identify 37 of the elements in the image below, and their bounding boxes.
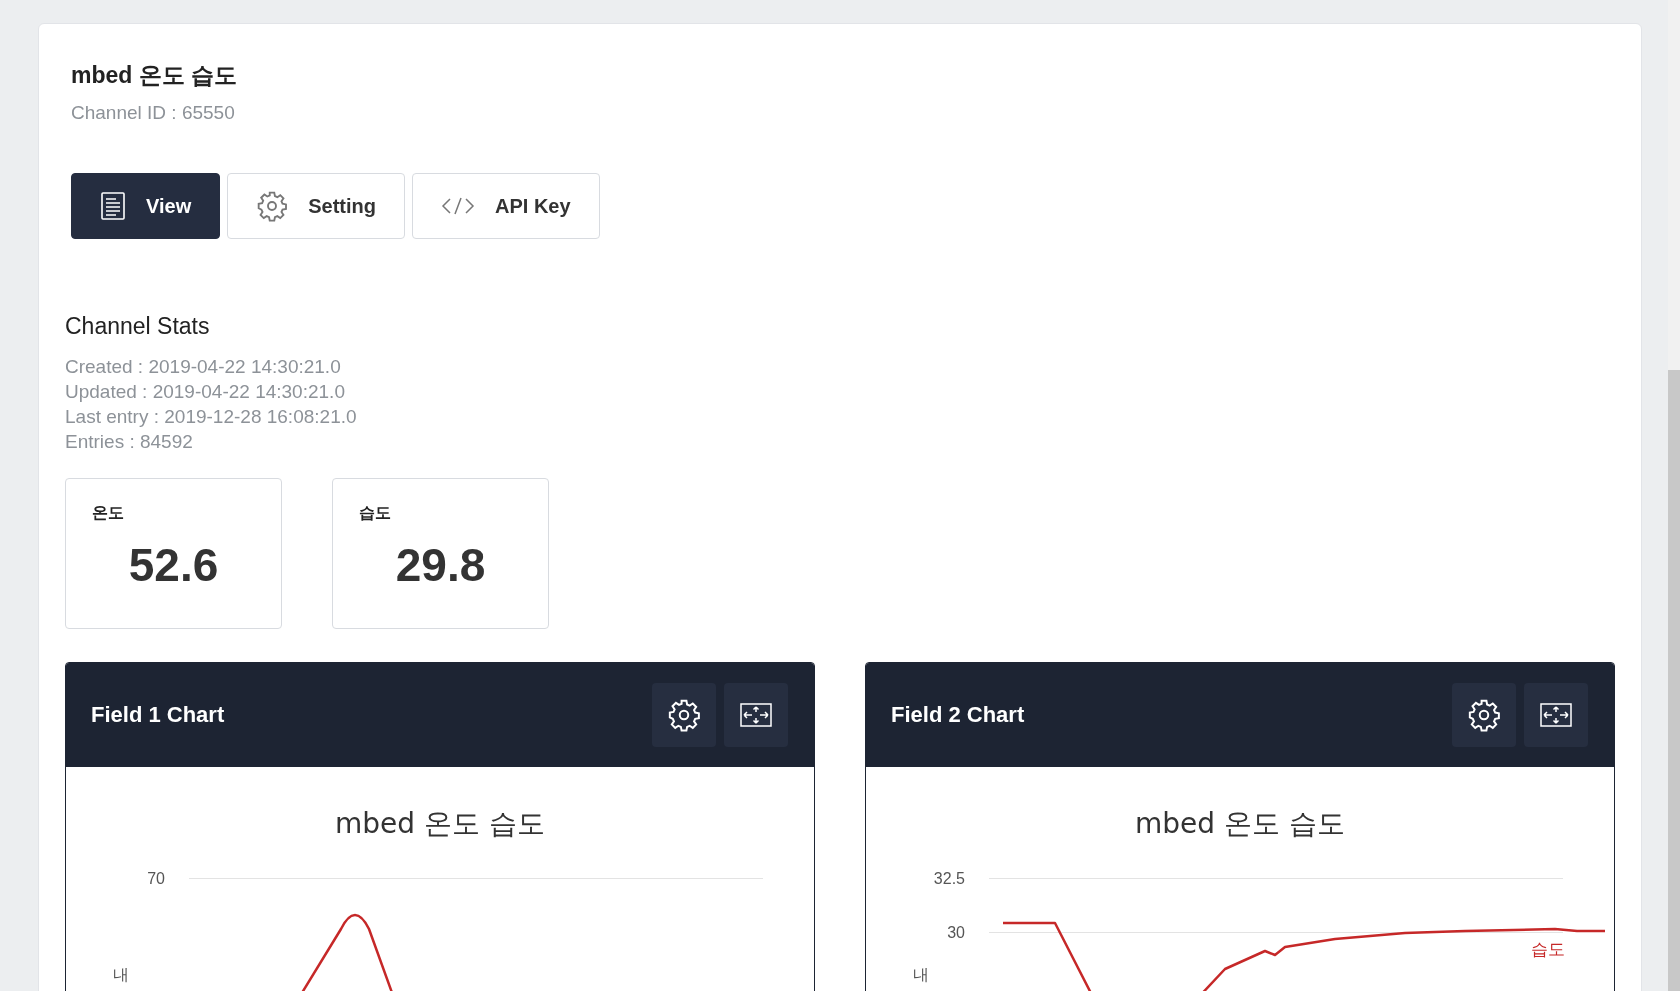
y-tick-label: 30: [946, 922, 966, 943]
settings-icon: [256, 190, 289, 222]
expand-icon: [740, 702, 772, 727]
chart-header-title: Field 1 Chart: [91, 701, 225, 729]
scrollbar[interactable]: [1668, 0, 1680, 991]
expand-button[interactable]: [724, 682, 788, 747]
stat-line: Last entry : 2019-12-28 16:08:21.0: [65, 404, 358, 429]
channel-id: Channel ID : 65550: [71, 100, 236, 125]
tab[interactable]: API Key: [412, 173, 600, 239]
chart-settings-button[interactable]: [1452, 682, 1516, 747]
chart-header-title: Field 2 Chart: [891, 701, 1025, 729]
document-icon: [100, 191, 126, 221]
scrollbar-thumb[interactable]: [1668, 370, 1680, 991]
tab[interactable]: View: [71, 173, 221, 239]
stat-line: Created : 2019-04-22 14:30:21.0: [65, 354, 342, 379]
code-icon: [441, 196, 475, 216]
stat-line: Entries : 84592: [65, 429, 194, 454]
y-tick-label: 32.5: [932, 868, 966, 889]
field-value: 52.6: [127, 537, 220, 593]
chart-settings-button[interactable]: [652, 682, 716, 747]
settings-icon: [667, 697, 701, 732]
y-tick-label: 70: [146, 868, 166, 889]
field-value: 29.8: [394, 537, 487, 593]
series-label: 습도: [1531, 938, 1565, 961]
stat-line: Updated : 2019-04-22 14:30:21.0: [65, 379, 346, 404]
expand-icon: [1540, 702, 1572, 727]
field-label: 온도: [92, 502, 125, 523]
tab[interactable]: Setting: [227, 173, 405, 239]
y-axis-label: 내: [913, 964, 929, 985]
chart-title: mbed 온도 습도: [335, 805, 545, 842]
field-label: 습도: [359, 502, 392, 523]
channel-title: mbed 온도 습도: [71, 61, 239, 90]
expand-button[interactable]: [1524, 682, 1588, 747]
settings-icon: [1467, 697, 1501, 732]
chart-title: mbed 온도 습도: [1135, 805, 1345, 842]
y-axis-label: 내: [113, 964, 129, 985]
section-title: Channel Stats: [65, 312, 211, 341]
